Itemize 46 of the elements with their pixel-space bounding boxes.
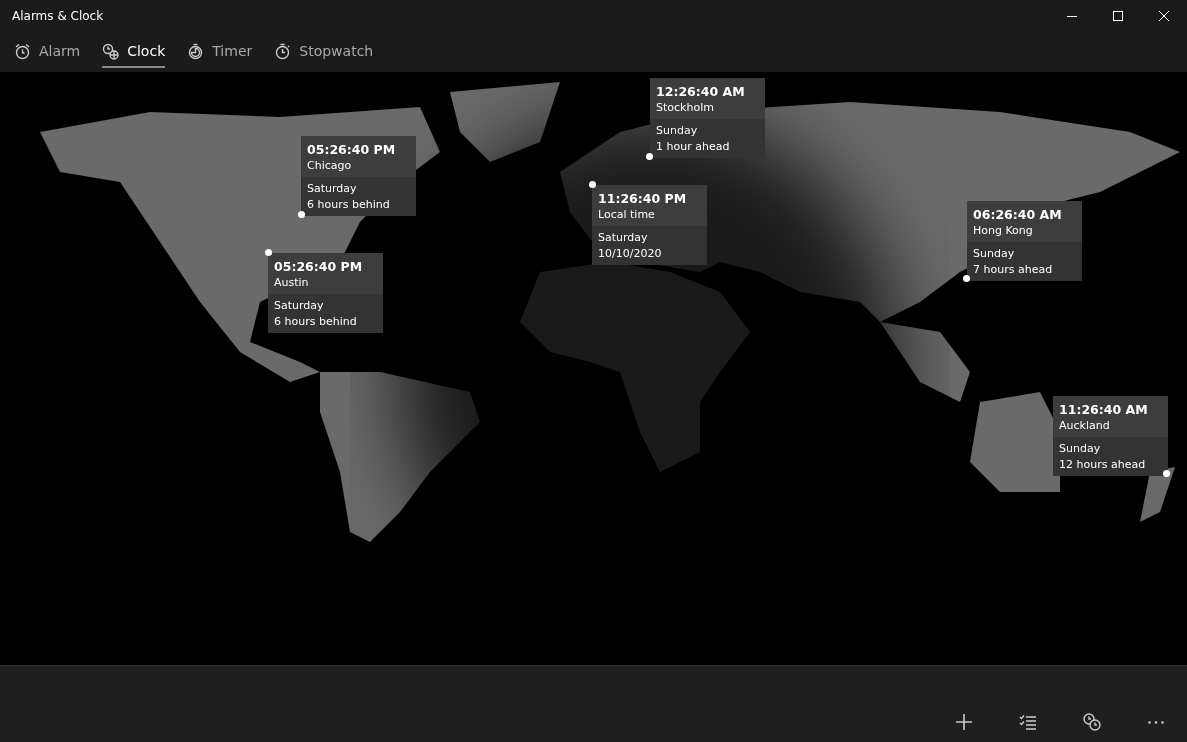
location-pin bbox=[963, 275, 970, 282]
city-name: Chicago bbox=[307, 158, 353, 174]
city-name: Auckland bbox=[1059, 418, 1111, 434]
tab[interactable]: Alarm bbox=[14, 36, 81, 68]
close-icon bbox=[1159, 11, 1169, 21]
clock-globe-icon bbox=[102, 42, 120, 60]
clock-time: 12:26:40 AM bbox=[656, 83, 746, 100]
more-icon bbox=[1148, 720, 1164, 724]
clock-time: 05:26:40 PM bbox=[274, 258, 364, 275]
day-label: Saturday bbox=[307, 181, 358, 197]
timer-icon bbox=[187, 42, 205, 60]
window-title: Alarms & Clock bbox=[12, 9, 104, 23]
time-offset: 6 hours behind bbox=[307, 197, 391, 213]
location-pin bbox=[298, 211, 305, 218]
clocks-icon bbox=[1082, 712, 1102, 732]
alarm-clock-icon bbox=[14, 42, 31, 60]
maximize-icon bbox=[1113, 11, 1123, 21]
time-offset: 10/10/2020 bbox=[598, 246, 663, 262]
location-pin bbox=[1163, 470, 1170, 477]
clock-time: 11:26:40 PM bbox=[598, 190, 688, 207]
clock-time: 11:26:40 AM bbox=[1059, 401, 1149, 418]
clock-time: 06:26:40 AM bbox=[973, 206, 1063, 223]
day-label: Saturday bbox=[274, 298, 325, 314]
clock-time: 05:26:40 PM bbox=[307, 141, 397, 158]
add-icon bbox=[954, 712, 974, 732]
minimize-icon bbox=[1067, 15, 1077, 17]
stopwatch-icon bbox=[274, 42, 292, 60]
city-name: Local time bbox=[598, 207, 656, 223]
city-name: Austin bbox=[274, 275, 310, 291]
time-offset: 6 hours behind bbox=[274, 314, 358, 330]
day-label: Sunday bbox=[1059, 441, 1102, 457]
time-offset: 1 hour ahead bbox=[656, 139, 731, 155]
location-pin bbox=[646, 153, 653, 160]
day-label: Sunday bbox=[973, 246, 1016, 262]
location-pin bbox=[589, 181, 596, 188]
time-offset: 12 hours ahead bbox=[1059, 457, 1147, 473]
city-name: Hong Kong bbox=[973, 223, 1034, 239]
city-name: Stockholm bbox=[656, 100, 715, 116]
checklist-icon bbox=[1018, 712, 1038, 732]
day-label: Sunday bbox=[656, 123, 699, 139]
tab[interactable]: Timer bbox=[187, 36, 253, 68]
location-pin bbox=[265, 249, 272, 256]
tab[interactable]: Clock bbox=[102, 36, 166, 68]
time-offset: 7 hours ahead bbox=[973, 262, 1054, 278]
day-label: Saturday bbox=[598, 230, 649, 246]
tab[interactable]: Stopwatch bbox=[274, 36, 374, 68]
